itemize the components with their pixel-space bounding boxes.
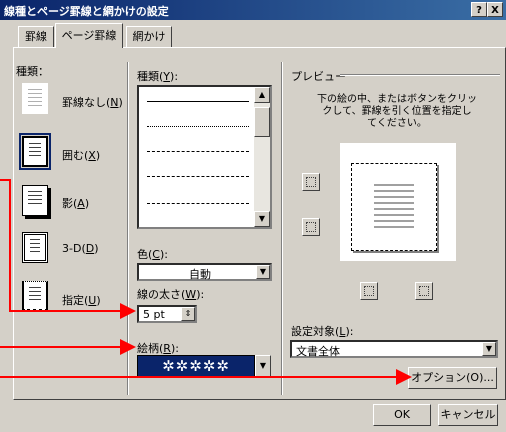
arrow-to-width [0,179,136,319]
borders-and-shading-dialog: 線種とページ罫線と網かけの設定 ? X 罫線 ページ罫線 網かけ 種類： 罫線な… [0,0,506,432]
tab-page-border[interactable]: ページ罫線 [55,23,123,48]
annotation-arrows [0,179,412,385]
